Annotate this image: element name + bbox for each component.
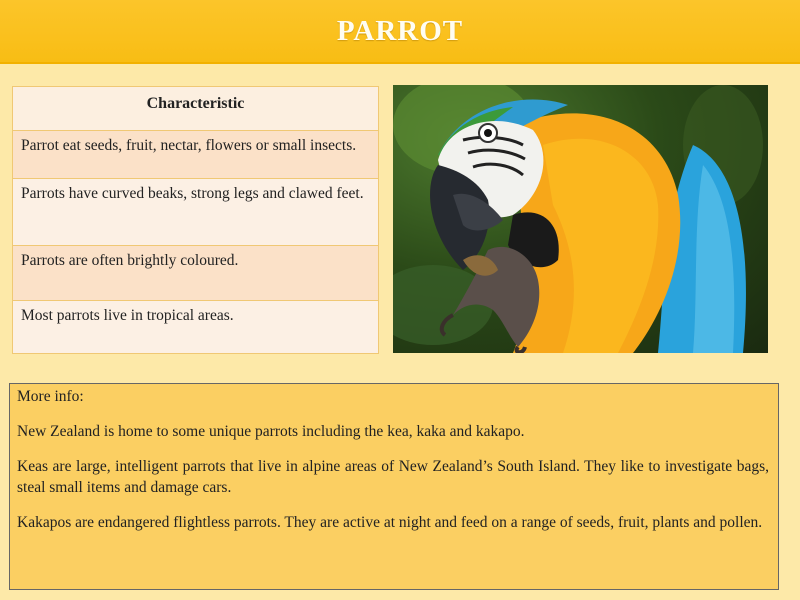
info-paragraph: Keas are large, intelligent parrots that…: [17, 458, 769, 496]
more-info-box: More info: New Zealand is home to some u…: [9, 383, 779, 590]
table-row: Parrots are often brightly coloured.: [13, 246, 378, 301]
more-info-heading: More info:: [17, 388, 84, 405]
info-paragraph: New Zealand is home to some unique parro…: [17, 423, 525, 440]
page-title: PARROT: [336, 14, 464, 47]
info-paragraph: Kakapos are endangered flightless parrot…: [17, 514, 763, 531]
parrot-photo: [393, 85, 768, 353]
characteristic-table: Characteristic Parrot eat seeds, fruit, …: [12, 86, 379, 354]
title-banner: PARROT: [0, 0, 800, 64]
table-row: Most parrots live in tropical areas.: [13, 301, 378, 353]
table-header: Characteristic: [13, 87, 378, 131]
table-row: Parrot eat seeds, fruit, nectar, flowers…: [13, 131, 378, 179]
table-row: Parrots have curved beaks, strong legs a…: [13, 179, 378, 246]
macaw-illustration: [393, 85, 763, 353]
